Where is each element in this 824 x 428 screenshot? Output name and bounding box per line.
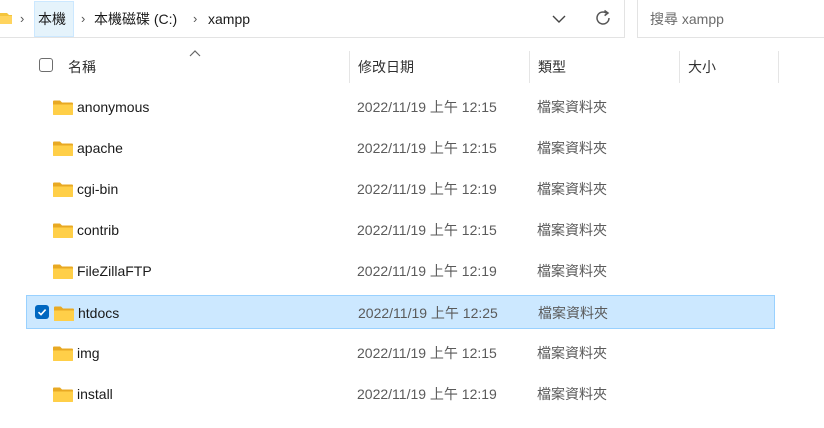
folder-icon (53, 182, 73, 197)
file-name: cgi-bin (77, 181, 119, 197)
file-name: htdocs (78, 305, 120, 321)
file-row[interactable]: img 2022/11/19 上午 12:15 檔案資料夾 (26, 336, 775, 370)
folder-icon (53, 141, 73, 156)
column-header-type[interactable]: 類型 (538, 53, 566, 81)
breadcrumb-this-pc[interactable]: 本機 (34, 1, 74, 37)
file-modified-date: 2022/11/19 上午 12:15 (357, 99, 497, 115)
file-type: 檔案資料夾 (537, 181, 607, 197)
folder-icon (53, 387, 73, 402)
file-row[interactable]: install 2022/11/19 上午 12:19 檔案資料夾 (26, 377, 775, 411)
sort-ascending-icon (189, 50, 201, 57)
file-type: 檔案資料夾 (538, 305, 608, 321)
column-header-size[interactable]: 大小 (688, 53, 716, 81)
file-name: FileZillaFTP (77, 263, 152, 279)
file-modified-date: 2022/11/19 上午 12:19 (357, 386, 497, 402)
column-header-date[interactable]: 修改日期 (358, 53, 414, 81)
column-divider[interactable] (349, 51, 350, 83)
file-type: 檔案資料夾 (537, 386, 607, 402)
chevron-right-icon[interactable]: › (20, 11, 24, 26)
column-divider[interactable] (679, 51, 680, 83)
chevron-down-icon[interactable] (551, 12, 567, 26)
search-input[interactable] (648, 8, 822, 30)
select-all-checkbox[interactable] (39, 58, 53, 72)
folder-icon (53, 264, 73, 279)
file-modified-date: 2022/11/19 上午 12:15 (357, 222, 497, 238)
file-modified-date: 2022/11/19 上午 12:19 (357, 181, 497, 197)
breadcrumb-xampp[interactable]: xampp (205, 1, 253, 37)
chevron-right-icon[interactable]: › (81, 11, 85, 26)
folder-icon (53, 346, 73, 361)
file-row[interactable]: anonymous 2022/11/19 上午 12:15 檔案資料夾 (26, 90, 775, 124)
file-name: apache (77, 140, 123, 156)
file-row[interactable]: apache 2022/11/19 上午 12:15 檔案資料夾 (26, 131, 775, 165)
file-row[interactable]: cgi-bin 2022/11/19 上午 12:19 檔案資料夾 (26, 172, 775, 206)
file-name: contrib (77, 222, 120, 238)
file-type: 檔案資料夾 (537, 140, 607, 156)
file-row[interactable]: FileZillaFTP 2022/11/19 上午 12:19 檔案資料夾 (26, 254, 775, 288)
address-bar[interactable]: › 本機 › 本機磁碟 (C:) › xampp (0, 0, 625, 38)
file-name: img (77, 345, 100, 361)
file-name: install (77, 386, 113, 402)
file-type: 檔案資料夾 (537, 99, 607, 115)
search-box[interactable] (637, 0, 824, 38)
column-header-name[interactable]: 名稱 (68, 53, 96, 81)
folder-icon (53, 100, 73, 115)
file-modified-date: 2022/11/19 上午 12:19 (357, 263, 497, 279)
breadcrumb-local-disk[interactable]: 本機磁碟 (C:) (91, 1, 180, 37)
file-modified-date: 2022/11/19 上午 12:15 (357, 345, 497, 361)
folder-icon (54, 306, 74, 321)
folder-icon (0, 13, 12, 24)
checkmark-icon (37, 309, 47, 316)
row-checkbox[interactable] (35, 305, 49, 319)
file-row[interactable]: contrib 2022/11/19 上午 12:15 檔案資料夾 (26, 213, 775, 247)
column-divider[interactable] (778, 51, 779, 83)
file-modified-date: 2022/11/19 上午 12:25 (358, 305, 498, 321)
column-divider[interactable] (529, 51, 530, 83)
file-type: 檔案資料夾 (537, 222, 607, 238)
file-type: 檔案資料夾 (537, 345, 607, 361)
file-row[interactable]: htdocs 2022/11/19 上午 12:25 檔案資料夾 (26, 295, 775, 329)
file-explorer-window: › 本機 › 本機磁碟 (C:) › xampp 名稱 修改日期 類型 大小 a… (0, 0, 824, 428)
folder-icon (53, 223, 73, 238)
refresh-icon[interactable] (592, 7, 614, 29)
file-name: anonymous (77, 99, 150, 115)
chevron-right-icon[interactable]: › (193, 11, 197, 26)
file-modified-date: 2022/11/19 上午 12:15 (357, 140, 497, 156)
file-type: 檔案資料夾 (537, 263, 607, 279)
